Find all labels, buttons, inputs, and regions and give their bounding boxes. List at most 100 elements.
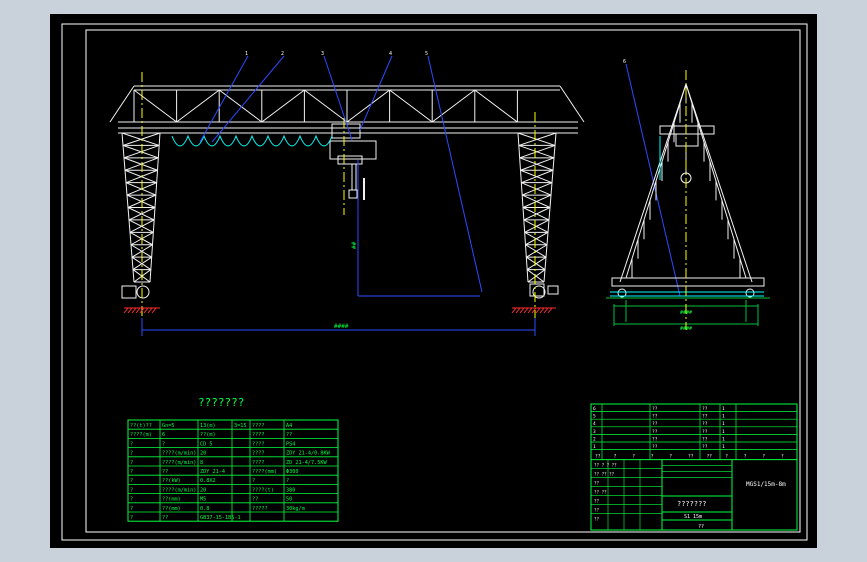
- spec-cell: ??(kW): [162, 478, 181, 484]
- header-cell: ?: [651, 454, 654, 460]
- spec-cell: ZDY 21-4/0.8KW: [286, 451, 331, 457]
- cad-drawing-viewport: #### ## 1 2 3 4 5 6 #### #### ??????? ??…: [50, 14, 817, 548]
- parts-cell: 1: [722, 414, 725, 420]
- spec-cell: ?: [130, 469, 133, 475]
- spec-cell: ??: [286, 432, 292, 438]
- header-cell: ??: [707, 454, 713, 460]
- spec-cell: 8: [200, 460, 203, 466]
- parts-cell: 6: [593, 406, 596, 412]
- grid-label: ?? ?? ??: [594, 472, 615, 477]
- spec-cell: ZD 21-4/7.5KW: [286, 460, 327, 466]
- grid-label: ??: [594, 481, 600, 486]
- spec-cell: ????: [252, 432, 265, 438]
- scale-text: S1 15m: [684, 514, 702, 520]
- callout-4: 4: [389, 51, 392, 57]
- header-cell: ?: [781, 454, 784, 460]
- spec-cell: ????(t): [252, 487, 274, 493]
- spec-cell: 20: [200, 487, 206, 493]
- parts-cell: 1: [722, 429, 725, 435]
- header-cell: ?: [725, 454, 728, 460]
- spec-cell: 30kg/m: [286, 506, 305, 512]
- bottom-note: ??: [698, 524, 704, 530]
- parts-cell: ??: [702, 406, 708, 412]
- spec-cell: ?: [130, 451, 133, 457]
- drawing-name: ???????: [677, 500, 707, 508]
- spec-cell: ??(m): [200, 432, 216, 438]
- spec-cell: ?: [130, 506, 133, 512]
- parts-cell: 1: [722, 444, 725, 450]
- spec-cell: ??(t)??: [130, 423, 152, 429]
- parts-cell: 1: [593, 444, 596, 450]
- spec-cell: ?: [130, 497, 133, 503]
- header-cell: ?: [614, 454, 617, 460]
- height-dimension-label: ##: [351, 241, 358, 249]
- spec-cell: 20: [200, 451, 206, 457]
- spec-cell: GB37-15-1B5-1: [200, 515, 241, 521]
- spec-cell: ??: [252, 497, 258, 503]
- spec-cell: 0.8X2: [200, 478, 216, 484]
- spec-cell: ?: [130, 460, 133, 466]
- grid-label: ?? ??: [594, 490, 607, 495]
- header-cell: ?: [632, 454, 635, 460]
- spec-cell: ?: [130, 515, 133, 521]
- spec-cell: 6: [162, 432, 165, 438]
- spec-cell: ?: [162, 441, 165, 447]
- spec-cell: PS4: [286, 441, 295, 447]
- parts-cell: 3: [593, 429, 596, 435]
- spec-heading: ???????: [198, 396, 244, 409]
- parts-cell: ??: [652, 429, 658, 435]
- spec-cell: ?: [130, 478, 133, 484]
- callout-5: 5: [425, 51, 428, 57]
- header-cell: ??: [688, 454, 694, 460]
- parts-cell: ??: [652, 414, 658, 420]
- callout-6: 6: [623, 59, 626, 65]
- parts-cell: 2: [593, 436, 596, 442]
- spec-cell: M5: [200, 497, 206, 503]
- spec-cell: ?: [130, 441, 133, 447]
- spec-cell: ?: [130, 487, 133, 493]
- side-base-dimension-1: ####: [680, 310, 692, 316]
- spec-cell: ????: [252, 441, 265, 447]
- parts-cell: ??: [702, 414, 708, 420]
- parts-cell: ??: [702, 429, 708, 435]
- parts-cell: 1: [722, 436, 725, 442]
- spec-cell: ????: [252, 423, 265, 429]
- parts-cell: ??: [702, 421, 708, 427]
- spec-cell: 0.8: [200, 506, 209, 512]
- spec-cell: ????(m/min): [162, 451, 196, 457]
- header-cell: ?: [669, 454, 672, 460]
- spec-cell: CD 5: [200, 441, 213, 447]
- callout-1: 1: [245, 51, 248, 57]
- spec-cell: 50: [286, 497, 292, 503]
- spec-cell: ??: [162, 469, 168, 475]
- parts-cell: ??: [652, 444, 658, 450]
- spec-cell: ??: [162, 515, 168, 521]
- parts-cell: 5: [593, 414, 596, 420]
- callout-2: 2: [281, 51, 284, 57]
- spec-cell: ZDY 21-4: [200, 469, 225, 475]
- spec-cell: ??(mm): [162, 506, 181, 512]
- spec-cell: ????(mm): [252, 469, 277, 475]
- side-base-dimension-2: ####: [680, 326, 692, 332]
- drawing-sheet: [50, 14, 817, 548]
- model-number: MGS1/15m-8m: [746, 481, 786, 488]
- spec-cell: ?????: [252, 506, 268, 512]
- spec-cell: ????: [252, 451, 265, 457]
- spec-cell: ????(m): [130, 432, 152, 438]
- header-cell: ?: [744, 454, 747, 460]
- spec-cell: ????(m/min): [162, 487, 196, 493]
- span-dimension-label: ####: [334, 323, 349, 330]
- header-cell: ?: [762, 454, 765, 460]
- parts-cell: 1: [722, 421, 725, 427]
- spec-cell: ?: [252, 478, 255, 484]
- spec-cell: 13(m): [200, 423, 216, 429]
- parts-cell: ??: [652, 406, 658, 412]
- grid-label: ?? ? ? ??: [594, 463, 617, 468]
- parts-cell: ??: [702, 436, 708, 442]
- grid-label: ??: [594, 517, 600, 522]
- grid-label: ??: [594, 499, 600, 504]
- parts-cell: ??: [702, 444, 708, 450]
- spec-cell: Gn=5: [162, 423, 175, 429]
- spec-cell: ?: [286, 478, 289, 484]
- parts-cell: ??: [652, 436, 658, 442]
